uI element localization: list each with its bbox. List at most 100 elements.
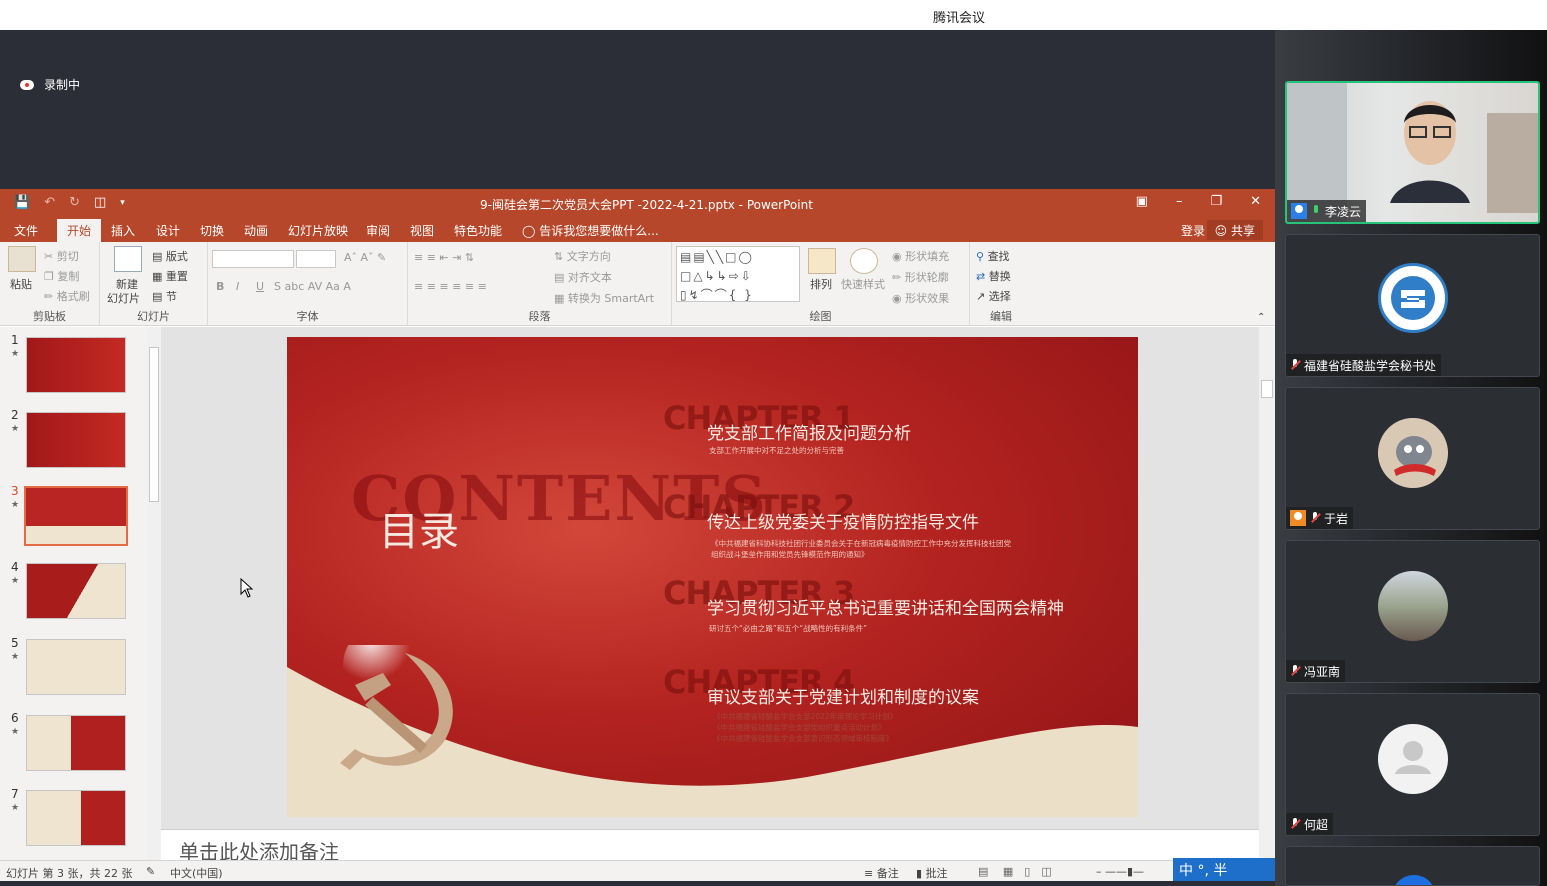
italic-button[interactable]: I — [236, 280, 239, 293]
paste-button[interactable]: 粘贴 — [10, 276, 32, 292]
photo-avatar — [1378, 571, 1448, 641]
slide-thumbnail-4[interactable] — [26, 563, 126, 619]
tab-insert[interactable]: 插入 — [111, 222, 135, 239]
spellcheck-icon[interactable]: ✎ — [146, 865, 155, 878]
replace-label: 替换 — [988, 270, 1011, 283]
arrange-icon[interactable] — [808, 248, 836, 274]
arrange-button[interactable]: 排列 — [810, 276, 832, 292]
animation-star-icon: ★ — [11, 500, 20, 510]
slide-thumbnail-6[interactable] — [26, 715, 126, 771]
bold-button[interactable]: B — [216, 280, 224, 293]
login-link[interactable]: 登录 — [1181, 222, 1205, 239]
slide-count: 幻灯片 第 3 张，共 22 张 — [6, 867, 133, 880]
slide-thumbnail-3[interactable] — [24, 486, 128, 546]
alignment-icons[interactable]: ≡ ≡ ≡ ≡ ≡ ≡ — [414, 280, 487, 293]
subtext-line: 支部工作开展中对不足之处的分析与完善 — [709, 446, 844, 455]
subtext-line: 《中共福建省硅酸盐学会支部2022年度理论学习计划》 — [713, 712, 898, 721]
cursor-icon: ↗ — [976, 290, 986, 303]
underline-button[interactable]: U — [256, 280, 264, 293]
slide-thumbnail-1[interactable] — [26, 337, 126, 393]
font-name-combobox[interactable] — [212, 250, 294, 268]
section-button[interactable]: ▤ 节 — [152, 288, 177, 304]
paste-icon[interactable] — [8, 246, 36, 272]
notes-scrollbar[interactable] — [1259, 829, 1275, 860]
slide-number: 6 — [11, 711, 19, 725]
language-status[interactable]: 中文(中国) — [170, 865, 223, 881]
tab-view[interactable]: 视图 — [410, 222, 434, 239]
recording-indicator[interactable]: 录制中 — [20, 76, 80, 93]
mic-muted-icon — [1290, 665, 1300, 677]
quick-styles-icon[interactable] — [850, 248, 878, 274]
shape-outline-label: 形状轮廓 — [904, 271, 949, 284]
shape-effects-button[interactable]: ◉ 形状效果 — [892, 290, 949, 306]
participant-tile[interactable]: 福建省硅酸盐学会秘书处 — [1285, 234, 1540, 377]
scroll-thumb[interactable] — [149, 347, 159, 502]
tab-special[interactable]: 特色功能 — [454, 222, 502, 239]
view-buttons[interactable]: ▤ ▦ ▯ ◫ — [978, 865, 1052, 878]
slide-thumbnail-2[interactable] — [26, 412, 126, 468]
tab-home[interactable]: 开始 — [57, 219, 102, 242]
customize-qat-icon[interactable]: ▾ — [120, 195, 125, 210]
text-direction-button[interactable]: ⇅ 文字方向 — [554, 248, 611, 264]
tab-animations[interactable]: 动画 — [244, 222, 268, 239]
restore-icon[interactable]: ❐ — [1210, 194, 1222, 209]
replace-button[interactable]: ⇄ 替换 — [976, 268, 1011, 284]
thumbnail-scrollbar[interactable] — [147, 327, 161, 860]
copy-button[interactable]: ❐ 复制 — [44, 268, 79, 284]
participant-tile[interactable]: 冯亚南 — [1285, 540, 1540, 683]
participant-name-tag: 李凌云 — [1287, 200, 1367, 222]
close-icon[interactable]: ✕ — [1250, 194, 1261, 209]
zoom-slider[interactable]: – ——▮— — [1096, 865, 1144, 878]
tab-design[interactable]: 设计 — [156, 222, 180, 239]
save-icon[interactable]: 💾 — [14, 195, 30, 210]
comments-toggle[interactable]: ▮ 批注 — [916, 865, 948, 881]
quick-styles-button[interactable]: 快速样式 — [841, 276, 885, 292]
ribbon-display-icon[interactable]: ▣ — [1136, 194, 1148, 209]
minimize-icon[interactable]: – — [1176, 194, 1183, 209]
new-slide-icon[interactable] — [114, 246, 142, 272]
layout-button[interactable]: ▤ 版式 — [152, 248, 188, 264]
app-title: 腾讯会议 — [933, 11, 986, 26]
shapes-gallery[interactable]: ▤▤╲╲□◯ □△↳↳⇨⇩ ▯↯⌒⌒{ } — [676, 246, 800, 302]
notes-pane[interactable]: 单击此处添加备注 — [161, 829, 1259, 864]
layout-label: 版式 — [165, 250, 188, 263]
share-button[interactable]: ☺ 共享 — [1206, 220, 1263, 240]
participant-name: 何超 — [1304, 817, 1329, 832]
participant-tile[interactable] — [1285, 846, 1540, 886]
reset-button[interactable]: ▦ 重置 — [152, 268, 188, 284]
default-avatar — [1378, 724, 1448, 794]
participant-tile[interactable]: 于岩 — [1285, 387, 1540, 530]
smartart-button[interactable]: ▦ 转换为 SmartArt — [554, 290, 654, 306]
cut-button[interactable]: ✂ 剪切 — [44, 248, 79, 264]
scroll-thumb[interactable] — [1261, 380, 1273, 398]
font-grow-shrink-icons[interactable]: Aˆ Aˇ ✎ — [344, 251, 386, 264]
format-painter-button[interactable]: ✏ 格式刷 — [44, 288, 90, 304]
slideshow-icon[interactable]: ◫ — [94, 195, 106, 210]
list-indent-icons[interactable]: ≡ ≡ ⇤ ⇥ ⇅ — [414, 251, 474, 264]
notes-toggle[interactable]: ≡ 备注 — [864, 865, 899, 881]
redo-icon[interactable]: ↻ — [69, 195, 80, 210]
align-text-button[interactable]: ▤ 对齐文本 — [554, 269, 612, 285]
participant-name: 李凌云 — [1325, 204, 1362, 219]
ime-toolbar[interactable]: 中 °, 半 — [1173, 858, 1275, 881]
shape-outline-button[interactable]: ✏ 形状轮廓 — [892, 269, 949, 285]
slide-number: 2 — [11, 408, 19, 422]
font-size-combobox[interactable] — [296, 250, 336, 268]
current-slide[interactable]: CONTENTS 目录 CHAPTER 1 党支部工作简报及问题分析 支部工作开… — [287, 337, 1138, 817]
slide-thumbnail-5[interactable] — [26, 639, 126, 695]
tab-review[interactable]: 审阅 — [366, 222, 390, 239]
undo-icon[interactable]: ↶ — [44, 195, 55, 210]
find-button[interactable]: ⚲ 查找 — [976, 248, 1010, 264]
tell-me-search[interactable]: ◯ 告诉我您想要做什么... — [522, 222, 659, 239]
tab-transitions[interactable]: 切换 — [200, 222, 224, 239]
shape-fill-button[interactable]: ◉ 形状填充 — [892, 248, 949, 264]
select-button[interactable]: ↗ 选择 — [976, 288, 1011, 304]
participant-tile[interactable]: 何超 — [1285, 693, 1540, 836]
font-misc-icons[interactable]: S abc AV Aa A — [274, 280, 351, 293]
collapse-ribbon-icon[interactable]: ⌃ — [1257, 312, 1265, 323]
editor-scrollbar[interactable] — [1259, 327, 1275, 829]
tab-slideshow[interactable]: 幻灯片放映 — [288, 222, 348, 239]
participant-tile[interactable]: 李凌云 — [1285, 81, 1540, 224]
slide-thumbnail-7[interactable] — [26, 790, 126, 846]
tab-file[interactable]: 文件 — [14, 222, 38, 239]
